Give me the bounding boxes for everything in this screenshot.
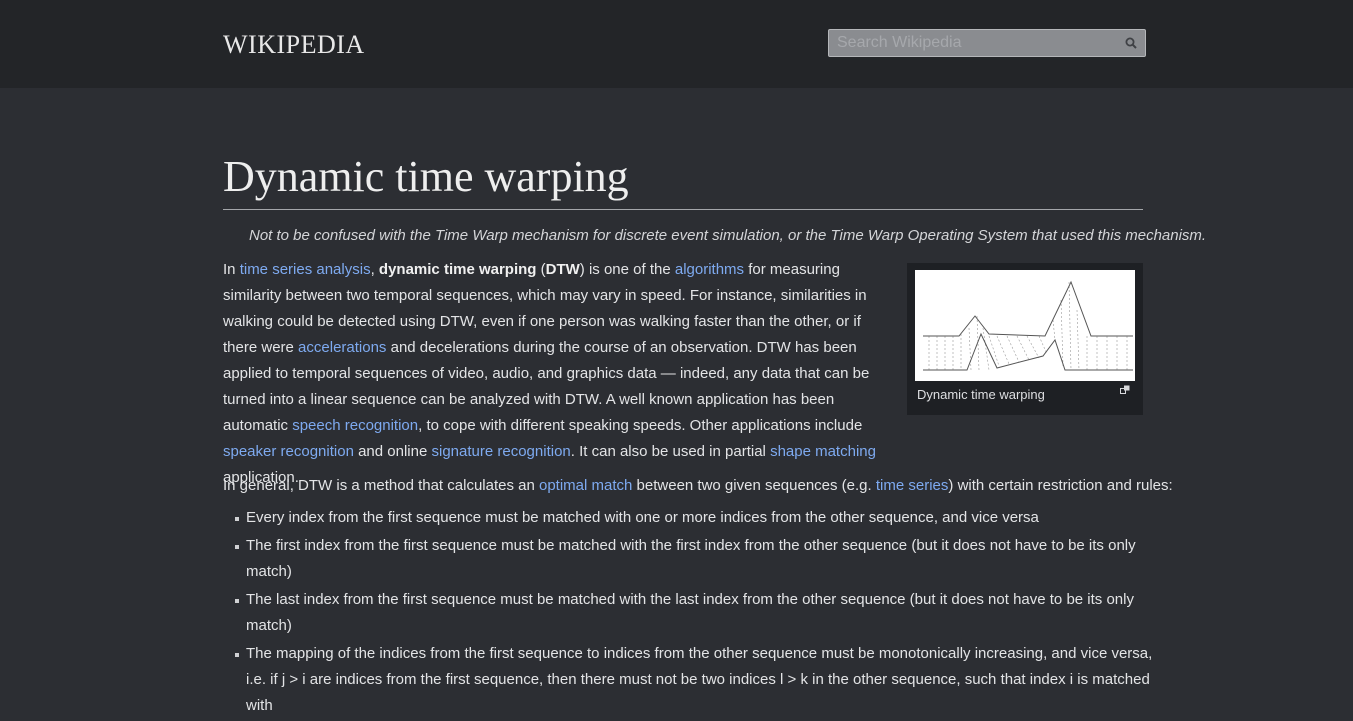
bullet [235, 517, 239, 521]
link-time-series[interactable]: time series [876, 477, 949, 494]
dtw-illustration[interactable] [915, 270, 1135, 381]
search-box[interactable] [828, 29, 1146, 57]
list-item: The first index from the first sequence … [223, 533, 1153, 585]
thumbnail-caption: Dynamic time warping [917, 387, 1045, 402]
thumbnail-figure: Dynamic time warping [907, 263, 1143, 415]
general-paragraph: In general, DTW is a method that calcula… [223, 477, 1173, 494]
intro-paragraph: In time series analysis, dynamic time wa… [223, 261, 876, 486]
list-item: Every index from the first sequence must… [223, 505, 1153, 531]
rules-list: Every index from the first sequence must… [223, 505, 1153, 721]
title-divider [223, 209, 1143, 210]
link-time-series-analysis[interactable]: time series analysis [240, 261, 371, 278]
link-signature-recognition[interactable]: signature recognition [432, 443, 571, 460]
link-algorithms[interactable]: algorithms [675, 261, 744, 278]
top-bar: WIKIPEDIA [0, 0, 1353, 88]
list-item: The last index from the first sequence m… [223, 587, 1153, 639]
link-speech-recognition[interactable]: speech recognition [292, 417, 418, 434]
link-accelerations[interactable]: accelerations [298, 339, 386, 356]
bold-abbreviation: DTW [545, 261, 580, 278]
search-input[interactable] [829, 30, 1127, 56]
hatnote: Not to be confused with the Time Warp me… [249, 227, 1207, 244]
enlarge-icon[interactable] [1120, 385, 1130, 394]
wikipedia-logo[interactable]: WIKIPEDIA [223, 30, 365, 60]
bullet [235, 653, 239, 657]
link-shape-matching[interactable]: shape matching [770, 443, 876, 460]
bullet [235, 599, 239, 603]
search-icon[interactable] [1125, 37, 1137, 49]
bullet [235, 545, 239, 549]
list-item: The mapping of the indices from the firs… [223, 641, 1153, 719]
page-title: Dynamic time warping [223, 152, 629, 201]
link-speaker-recognition[interactable]: speaker recognition [223, 443, 354, 460]
link-optimal-match[interactable]: optimal match [539, 477, 632, 494]
bold-term: dynamic time warping [378, 261, 537, 278]
